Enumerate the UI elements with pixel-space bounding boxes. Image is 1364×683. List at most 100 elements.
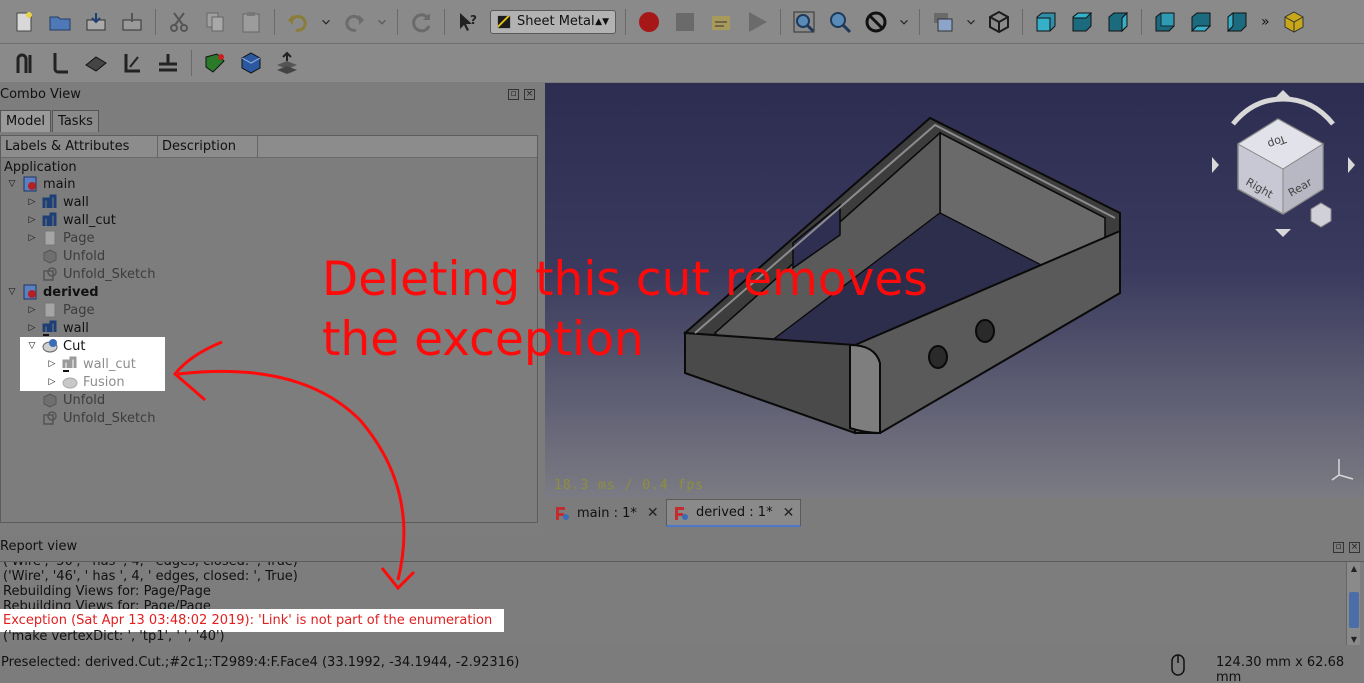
- unfold-icon[interactable]: [200, 48, 230, 78]
- tree-item-unfold[interactable]: Unfold: [42, 247, 105, 265]
- cut-icon[interactable]: [164, 7, 194, 37]
- paste-icon[interactable]: [236, 7, 266, 37]
- exception-line: Exception (Sat Apr 13 03:48:02 2019): 'L…: [3, 613, 493, 628]
- doc-tab-derived[interactable]: derived : 1* ✕: [666, 499, 802, 527]
- copy-icon[interactable]: [200, 7, 230, 37]
- combo-tabs: Model Tasks: [0, 110, 100, 132]
- toolbar-overflow-button[interactable]: »: [1261, 14, 1270, 30]
- redo-icon[interactable]: [339, 7, 369, 37]
- scrollbar-thumb[interactable]: [1349, 592, 1359, 628]
- nav-up-icon[interactable]: [1275, 90, 1291, 98]
- doc-tab-main[interactable]: main : 1* ✕: [548, 499, 665, 527]
- tab-model[interactable]: Model: [0, 110, 52, 132]
- application-label: Application: [4, 159, 77, 175]
- add-base-icon[interactable]: [9, 48, 39, 78]
- record-macro-icon[interactable]: [634, 7, 664, 37]
- tree-item-derived[interactable]: ▽ derived: [6, 283, 99, 301]
- refresh-icon[interactable]: [406, 7, 436, 37]
- column-labels-attributes[interactable]: Labels & Attributes: [1, 136, 158, 158]
- expanded-arrow-icon[interactable]: ▽: [6, 179, 18, 189]
- tree-item-wall-cut[interactable]: ▷ wall_cut: [26, 211, 116, 229]
- draw-style-dropdown-icon[interactable]: [897, 7, 911, 37]
- edit-macro-icon[interactable]: [706, 7, 736, 37]
- stop-macro-icon[interactable]: [670, 7, 700, 37]
- tree-item-cut[interactable]: ▽ Cut: [26, 337, 86, 355]
- workbench-selector[interactable]: Sheet Metal ▲▼: [490, 9, 616, 34]
- collapsed-arrow-icon[interactable]: ▷: [26, 233, 38, 243]
- close-panel-icon[interactable]: ×: [524, 89, 535, 100]
- collapsed-arrow-icon[interactable]: ▷: [46, 359, 58, 369]
- collapsed-arrow-icon[interactable]: ▷: [26, 197, 38, 207]
- std-views-icon[interactable]: [928, 7, 958, 37]
- collapsed-arrow-icon[interactable]: ▷: [26, 215, 38, 225]
- tree-item-page-derived[interactable]: ▷ Page: [26, 301, 94, 319]
- report-scrollbar[interactable]: ▲ ▼: [1346, 562, 1360, 645]
- navcube-menu-icon[interactable]: [1310, 202, 1332, 228]
- tree-item-unfold-sketch-derived[interactable]: Unfold_Sketch: [42, 409, 155, 427]
- add-corner-relief-icon[interactable]: [236, 48, 266, 78]
- rotate-right-icon[interactable]: [1282, 96, 1335, 126]
- left-view-icon[interactable]: [1222, 7, 1252, 37]
- std-views-dropdown-icon[interactable]: [964, 7, 978, 37]
- top-view-icon[interactable]: [1067, 7, 1097, 37]
- save-as-icon[interactable]: [117, 7, 147, 37]
- tree-item-fusion[interactable]: ▷ Fusion: [46, 373, 125, 391]
- collapsed-arrow-icon[interactable]: ▷: [46, 377, 58, 387]
- undo-icon[interactable]: [283, 7, 313, 37]
- fit-all-icon[interactable]: [789, 7, 819, 37]
- tree-item-unfold-derived[interactable]: Unfold: [42, 391, 105, 409]
- report-log[interactable]: ('Wire', '50', ' has ', 4, ' edges, clos…: [0, 561, 1364, 645]
- fps-readout: 18.3 ms / 0.4 fps: [554, 478, 705, 493]
- float-panel-icon[interactable]: ▫: [1333, 542, 1344, 553]
- add-junction-icon[interactable]: [153, 48, 183, 78]
- save-icon[interactable]: [81, 7, 111, 37]
- nav-left-icon[interactable]: [1212, 157, 1219, 173]
- nav-down-icon[interactable]: [1275, 229, 1291, 237]
- annotation-line-1: Deleting this cut removes: [322, 252, 928, 307]
- fit-selection-icon[interactable]: [825, 7, 855, 37]
- undo-dropdown-icon[interactable]: [319, 7, 333, 37]
- run-macro-icon[interactable]: [742, 7, 772, 37]
- collapsed-arrow-icon[interactable]: ▷: [26, 323, 38, 333]
- right-view-icon[interactable]: [1103, 7, 1133, 37]
- tree-item-unfold-sketch[interactable]: Unfold_Sketch: [42, 265, 155, 283]
- scroll-down-icon[interactable]: ▼: [1347, 635, 1361, 644]
- tree-item-main[interactable]: ▽ main: [6, 175, 75, 193]
- tree-item-page[interactable]: ▷ Page: [26, 229, 94, 247]
- collapsed-arrow-icon[interactable]: ▷: [26, 305, 38, 315]
- add-forming-icon[interactable]: [272, 48, 302, 78]
- close-tab-icon[interactable]: ✕: [647, 505, 659, 521]
- new-document-icon[interactable]: [9, 7, 39, 37]
- draw-style-icon[interactable]: [861, 7, 891, 37]
- expanded-arrow-icon[interactable]: ▽: [6, 287, 18, 297]
- nav-right-icon[interactable]: [1348, 157, 1355, 173]
- navigation-cube[interactable]: Top Right Rear: [1203, 89, 1363, 239]
- tree-item-label: Unfold_Sketch: [63, 266, 156, 282]
- open-folder-icon[interactable]: [45, 7, 75, 37]
- isometric-view-icon[interactable]: [984, 7, 1014, 37]
- close-panel-icon[interactable]: ×: [1349, 542, 1360, 553]
- redo-dropdown-icon[interactable]: [375, 7, 389, 37]
- tree-item-wall-link[interactable]: ▷ wall: [26, 319, 89, 337]
- whats-this-icon[interactable]: ?: [453, 7, 483, 37]
- tree-item-wall-cut-link[interactable]: ▷ wall_cut: [46, 355, 136, 373]
- column-description[interactable]: Description: [158, 136, 258, 158]
- expanded-arrow-icon[interactable]: ▽: [26, 341, 38, 351]
- bottom-view-icon[interactable]: [1186, 7, 1216, 37]
- tree-item-label: Unfold: [63, 248, 106, 264]
- link-icon: [62, 356, 78, 372]
- tree-item-label: Page: [63, 230, 95, 246]
- close-tab-icon[interactable]: ✕: [783, 505, 795, 521]
- part-workbench-icon[interactable]: [1279, 7, 1309, 37]
- extend-face-icon[interactable]: [81, 48, 111, 78]
- tree-item-wall[interactable]: ▷ wall: [26, 193, 89, 211]
- mouse-navigation-icon[interactable]: [1170, 654, 1186, 676]
- add-wall-icon[interactable]: [45, 48, 75, 78]
- add-relief-icon[interactable]: [117, 48, 147, 78]
- rear-view-icon[interactable]: [1150, 7, 1180, 37]
- float-panel-icon[interactable]: ▫: [508, 89, 519, 100]
- tab-tasks[interactable]: Tasks: [52, 110, 99, 132]
- doc-tab-label: main : 1*: [577, 505, 637, 521]
- scroll-up-icon[interactable]: ▲: [1347, 564, 1361, 573]
- front-view-icon[interactable]: [1031, 7, 1061, 37]
